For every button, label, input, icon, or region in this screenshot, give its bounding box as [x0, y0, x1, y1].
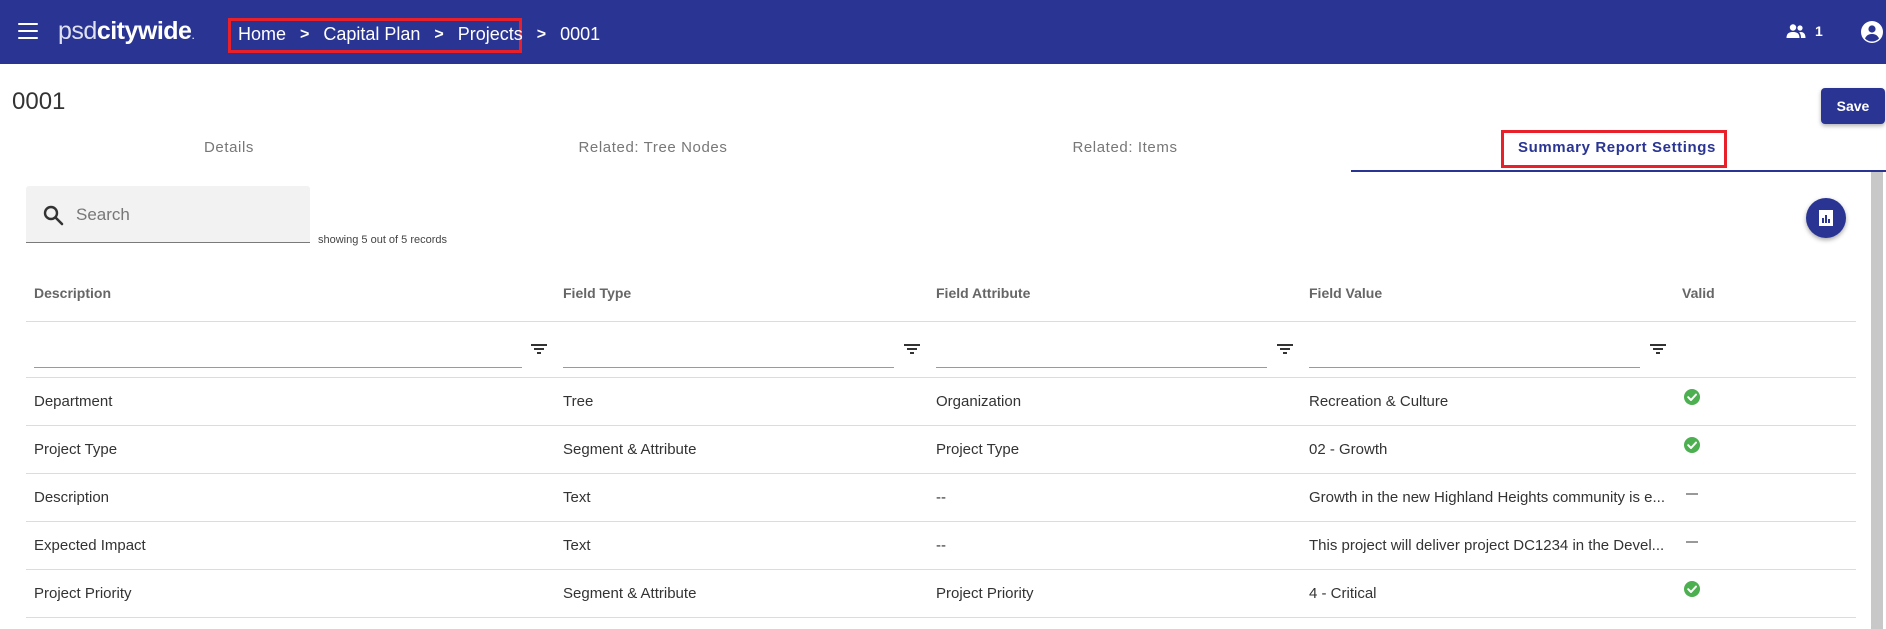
cell-field-attribute: --	[936, 537, 946, 554]
cell-field-type: Segment & Attribute	[563, 585, 697, 602]
row-divider	[26, 617, 1856, 618]
app-logo[interactable]: psdcitywide.	[58, 17, 195, 46]
filter-input-field-attribute[interactable]	[936, 336, 1267, 368]
tab-related-tree-nodes[interactable]: Related: Tree Nodes	[424, 139, 882, 175]
cell-description: Expected Impact	[34, 537, 146, 554]
column-header-valid[interactable]: Valid	[1682, 285, 1715, 301]
filter-icon[interactable]	[1277, 342, 1293, 356]
page-title: 0001	[12, 88, 66, 115]
breadcrumb-home[interactable]: Home	[238, 24, 286, 45]
valid-dash-icon	[1686, 541, 1698, 543]
tab-details[interactable]: Details	[0, 139, 458, 175]
filter-field-field-attribute[interactable]	[936, 336, 1267, 366]
cell-field-value: Recreation & Culture	[1309, 393, 1449, 410]
cell-description: Project Type	[34, 441, 118, 458]
save-button[interactable]: Save	[1821, 88, 1885, 124]
breadcrumb-current: 0001	[560, 24, 601, 44]
records-count: showing 5 out of 5 records	[318, 234, 448, 246]
cell-field-value: This project will deliver project DC1234…	[1309, 537, 1665, 554]
users-count: 1	[1815, 23, 1823, 39]
cell-field-value: Growth in the new Highland Heights commu…	[1309, 489, 1665, 506]
search-box	[26, 186, 310, 243]
cell-field-type: Segment & Attribute	[563, 441, 697, 458]
valid-check-icon	[1684, 581, 1700, 597]
header-divider	[26, 321, 1856, 322]
breadcrumb-separator: >	[434, 25, 444, 43]
valid-dash-icon	[1686, 493, 1698, 495]
cell-field-type: Text	[563, 537, 591, 554]
cell-field-type: Tree	[563, 393, 594, 410]
breadcrumb-separator: >	[536, 25, 547, 43]
cell-field-type: Text	[563, 489, 591, 506]
cell-field-attribute: --	[936, 489, 946, 506]
cell-field-attribute: Project Priority	[936, 585, 1034, 602]
cell-field-value: 4 - Critical	[1309, 585, 1377, 602]
cell-field-value: 02 - Growth	[1309, 441, 1388, 458]
column-header-field-type[interactable]: Field Type	[563, 285, 631, 301]
row-divider	[26, 521, 1856, 522]
cell-description: Department	[34, 393, 113, 410]
report-document-icon	[1819, 210, 1833, 226]
breadcrumb-projects[interactable]: Projects	[458, 24, 523, 45]
vertical-scrollbar[interactable]	[1871, 172, 1883, 629]
top-app-bar: psdcitywide. Home > Capital Plan > Proje…	[0, 0, 1886, 64]
filter-field-description[interactable]	[34, 336, 522, 366]
breadcrumb-separator: >	[300, 25, 310, 43]
valid-check-icon	[1684, 437, 1700, 453]
column-header-field-attribute[interactable]: Field Attribute	[936, 285, 1030, 301]
valid-check-icon	[1684, 389, 1700, 405]
filter-row-divider	[26, 377, 1856, 378]
row-divider	[26, 425, 1856, 426]
filter-input-field-value[interactable]	[1309, 336, 1640, 368]
filter-field-field-value[interactable]	[1309, 336, 1640, 366]
search-input[interactable]	[76, 203, 296, 227]
tab-related-items[interactable]: Related: Items	[896, 139, 1354, 175]
cell-description: Description	[34, 489, 110, 506]
breadcrumb-capital-plan[interactable]: Capital Plan	[323, 24, 420, 45]
column-header-field-value[interactable]: Field Value	[1309, 285, 1382, 301]
tab-highlight-box	[1501, 130, 1727, 168]
cell-description: Project Priority	[34, 585, 132, 602]
cell-field-attribute: Organization	[936, 393, 1022, 410]
report-fab-button[interactable]	[1806, 198, 1846, 238]
column-header-description[interactable]: Description	[34, 285, 111, 301]
filter-icon[interactable]	[904, 342, 920, 356]
filter-field-field-type[interactable]	[563, 336, 894, 366]
filter-input-field-type[interactable]	[563, 336, 894, 368]
active-tab-indicator	[1351, 170, 1886, 172]
users-icon[interactable]	[1786, 23, 1806, 39]
search-icon	[43, 205, 64, 226]
breadcrumb: Home > Capital Plan > Projects > 0001	[238, 24, 600, 45]
row-divider	[26, 569, 1856, 570]
cell-field-attribute: Project Type	[936, 441, 1020, 458]
filter-icon[interactable]	[1650, 342, 1666, 356]
filter-input-description[interactable]	[34, 336, 522, 368]
hamburger-menu-icon[interactable]	[18, 23, 38, 39]
account-circle-icon[interactable]	[1860, 20, 1884, 44]
filter-icon[interactable]	[531, 342, 547, 356]
row-divider	[26, 473, 1856, 474]
